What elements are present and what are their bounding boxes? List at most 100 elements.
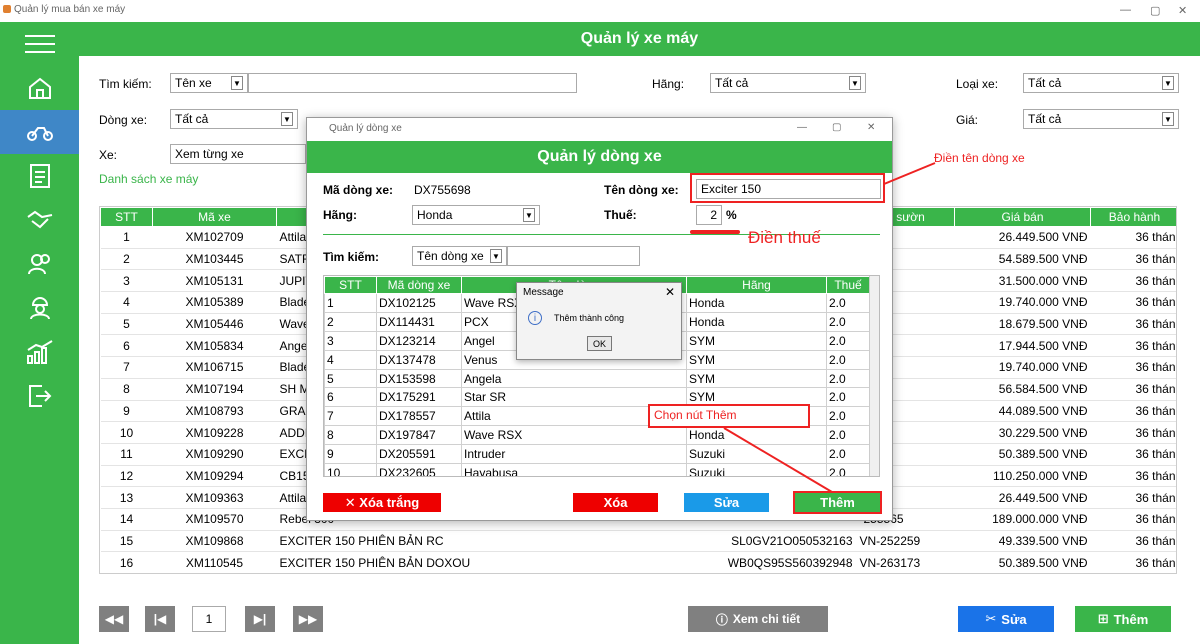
table-cell: 12 [100,465,153,488]
col-header[interactable]: Thuế [826,276,870,294]
message-title: Message [523,287,564,298]
table-cell: XM103445 [152,248,277,271]
table-cell: EXCITER 150 PHIÊN BẢN DOXOU WB0QS95S56039… [276,551,857,573]
table-cell: 11 [100,443,153,466]
annotation-label-add: Chọn nút Thêm [648,404,810,428]
table-cell: 8 [100,378,153,401]
close-icon[interactable]: ✕ [665,285,675,299]
code-label: Mã dòng xe: [323,183,394,197]
invoice-icon[interactable] [0,154,79,198]
vertical-scrollbar[interactable] [869,276,879,476]
table-cell: 19.740.000 VNĐ [954,291,1091,314]
table-cell: 26.449.500 VNĐ [954,226,1091,249]
table-cell: 7 [100,356,153,379]
bike-select[interactable]: Xem từng xe [170,144,306,164]
last-page-button[interactable]: ▶▶ [293,606,323,632]
motorbike-icon[interactable] [0,110,79,154]
col-header[interactable]: Hãng [686,276,827,294]
line-label: Dòng xe: [99,113,148,127]
annotation-label-name: Điền tên dòng xe [934,151,1025,165]
worker-icon[interactable] [0,286,79,330]
col-header[interactable]: Bảo hành [1090,207,1176,227]
chevron-down-icon: ▼ [1162,76,1174,90]
list-item[interactable]: 5 DX153598 Angela SYM 2.0 [324,368,870,389]
col-header[interactable]: Giá bán [954,207,1091,227]
table-cell: DX205591 [376,444,462,465]
edit-button[interactable]: ✂ Sửa [958,606,1054,632]
table-cell: 36 thán [1090,378,1176,401]
price-select[interactable]: Tất cả ▼ [1023,109,1179,129]
maximize-icon[interactable]: ▢ [1150,4,1160,17]
message-box: Message ✕ i Thêm thành công OK [516,282,682,360]
col-header[interactable]: Mã xe [152,207,277,227]
table-cell: 4 [324,349,377,370]
brand-select[interactable]: Honda ▼ [412,205,540,225]
prev-page-button[interactable]: |◀ [145,606,175,632]
handshake-icon[interactable] [0,198,79,242]
home-icon[interactable] [0,66,79,110]
table-row[interactable]: 16 XM110545 EXCITER 150 PHIÊN BẢN DOXOU WB0… [100,551,1176,573]
table-cell: 13 [100,486,153,509]
tax-label: Thuế: [604,208,637,222]
table-cell: 2.0 [826,387,870,408]
table-cell: 2.0 [826,349,870,370]
table-cell: 1 [100,226,153,249]
maximize-icon[interactable]: ▢ [832,122,841,133]
table-row[interactable]: 15 XM109868 EXCITER 150 PHIÊN BẢN RC SL0GV2… [100,530,1176,553]
table-cell: DX153598 [376,368,462,389]
view-detail-button[interactable]: ⓘ Xem chi tiết [688,606,828,632]
table-cell: Honda [686,311,827,332]
dialog-titlebar: Quản lý dòng xe — ▢ ✕ [307,118,892,140]
minimize-icon[interactable]: — [1120,4,1131,16]
type-select[interactable]: Tất cả ▼ [1023,73,1179,93]
table-cell: 2.0 [826,330,870,351]
users-icon[interactable] [0,242,79,286]
ok-button[interactable]: OK [587,336,612,351]
table-cell: DX137478 [376,349,462,370]
dialog-search-by-select[interactable]: Tên dòng xe ▼ [412,246,507,266]
col-header[interactable]: STT [100,207,153,227]
tax-unit: % [726,208,737,222]
table-cell: 31.500.000 VNĐ [954,269,1091,293]
first-page-button[interactable]: ◀◀ [99,606,129,632]
table-cell: 36 thán [1090,313,1176,336]
table-cell: DX197847 [376,425,462,446]
close-icon[interactable]: ✕ [867,122,875,133]
delete-button[interactable]: Xóa [573,493,658,512]
add-button[interactable]: ⊞ Thêm [1075,606,1171,632]
annotation-box-name [690,173,885,203]
add-label: Thêm [1113,611,1149,627]
minimize-icon[interactable]: — [797,122,807,133]
statistics-icon[interactable] [0,330,79,374]
search-by-select[interactable]: Tên xe ▼ [170,73,248,93]
table-cell: Honda [686,293,827,313]
col-header[interactable]: STT [324,276,377,294]
message-text: Thêm thành công [554,313,625,323]
col-header[interactable]: Mã dòng xe [376,276,462,294]
table-cell: 5 [100,313,153,336]
logout-icon[interactable] [0,374,79,418]
page-number-input[interactable]: 1 [192,606,226,632]
brand-select[interactable]: Tất cả ▼ [710,73,866,93]
line-select[interactable]: Tất cả ▼ [170,109,298,129]
code-value: DX755698 [414,183,471,197]
dialog-search-input[interactable] [507,246,640,266]
info-icon: i [528,311,542,325]
menu-icon[interactable] [0,22,79,66]
table-cell: XM109228 [152,421,277,444]
edit-label: Sửa [1001,611,1027,627]
search-input[interactable] [248,73,577,93]
table-cell: Hayabusa [461,463,687,476]
table-cell: 10 [100,421,153,444]
name-label: Tên dòng xe: [604,183,679,197]
tax-input[interactable]: 2 [696,205,722,225]
table-cell: 2.0 [826,293,870,313]
table-cell: 2 [100,248,153,271]
clear-button[interactable]: ✕ Xóa trắng [323,493,441,512]
table-cell: XM102709 [152,226,277,249]
next-page-button[interactable]: ▶| [245,606,275,632]
close-icon[interactable]: ✕ [1178,4,1187,17]
table-cell: XM109363 [152,486,277,509]
table-cell: 26.449.500 VNĐ [954,486,1091,509]
table-cell: VN-252259 [856,530,955,553]
